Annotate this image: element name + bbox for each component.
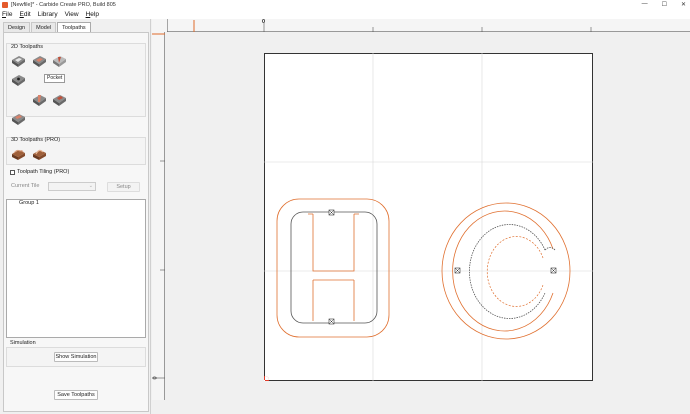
3d-finish-toolpath-icon[interactable] bbox=[32, 147, 47, 161]
toolpaths-2d-title: 2D Toolpaths bbox=[11, 44, 44, 50]
chamfer-toolpath-icon[interactable] bbox=[11, 112, 26, 126]
contour-toolpath-icon[interactable] bbox=[11, 54, 26, 68]
app-icon bbox=[2, 1, 8, 8]
ruler-left-zero: 0 bbox=[152, 376, 159, 380]
toolpaths-panel: 2D Toolpaths Pocket 3D Toolpaths (PRO) T… bbox=[3, 32, 149, 412]
chevron-down-icon: ⌄ bbox=[88, 183, 93, 189]
current-tile-select[interactable]: ⌄ bbox=[48, 182, 96, 191]
texture-toolpath-icon[interactable] bbox=[52, 93, 67, 107]
3d-rough-toolpath-icon[interactable] bbox=[11, 147, 26, 161]
title-bar: [Newfile]* - Carbide Create PRO, Build 8… bbox=[0, 0, 690, 9]
tab-model[interactable]: Model bbox=[31, 22, 57, 32]
save-toolpaths-button[interactable]: Save Toolpaths bbox=[54, 390, 98, 400]
pocket-toolpath-icon[interactable] bbox=[32, 54, 47, 68]
menu-help[interactable]: Help bbox=[86, 11, 99, 18]
current-tile-label: Current Tile bbox=[11, 183, 40, 189]
group-item[interactable]: Group 1 bbox=[19, 200, 39, 206]
window-controls: — ☐ ✕ bbox=[642, 1, 686, 8]
ruler-corner bbox=[152, 19, 167, 32]
menu-edit[interactable]: Edit bbox=[20, 11, 31, 18]
ruler-top-zero: 0 bbox=[262, 19, 266, 25]
ruler-top: 0 bbox=[167, 19, 690, 32]
tiling-label: Toolpath Tiling (PRO) bbox=[17, 169, 70, 175]
show-simulation-button[interactable]: Show Simulation bbox=[54, 352, 98, 362]
tab-bar: Design Model Toolpaths bbox=[3, 22, 92, 32]
simulation-title: Simulation bbox=[10, 340, 36, 346]
ruler-top-ticks bbox=[167, 19, 690, 32]
window-title: [Newfile]* - Carbide Create PRO, Build 8… bbox=[11, 1, 116, 8]
stock-canvas[interactable] bbox=[264, 53, 593, 381]
ruler-left: 0 bbox=[152, 32, 165, 400]
v-carve-toolpath-icon[interactable] bbox=[52, 54, 67, 68]
tab-toolpaths[interactable]: Toolpaths bbox=[57, 22, 91, 32]
tiling-setup-button[interactable]: Setup bbox=[107, 182, 140, 192]
tooltip-pocket: Pocket bbox=[44, 74, 66, 83]
toolpath-group-list[interactable]: Group 1 bbox=[6, 199, 146, 338]
left-panel: Design Model Toolpaths 2D Toolpaths Pock… bbox=[0, 19, 151, 414]
tab-design[interactable]: Design bbox=[3, 22, 31, 32]
menu-bar: File Edit Library View Help bbox=[0, 9, 690, 19]
toolpaths-2d-group bbox=[6, 43, 146, 117]
minimize-button[interactable]: — bbox=[642, 1, 648, 8]
advanced-vcarve-toolpath-icon[interactable] bbox=[32, 93, 47, 107]
menu-view[interactable]: View bbox=[65, 11, 79, 18]
maximize-button[interactable]: ☐ bbox=[662, 1, 667, 8]
menu-file[interactable]: File bbox=[2, 11, 13, 18]
tiling-checkbox[interactable] bbox=[10, 170, 15, 175]
stock-boundary bbox=[264, 53, 593, 381]
drill-toolpath-icon[interactable] bbox=[11, 73, 26, 87]
ruler-left-ticks bbox=[152, 33, 165, 379]
toolpaths-3d-title: 3D Toolpaths (PRO) bbox=[11, 137, 61, 143]
close-button[interactable]: ✕ bbox=[681, 1, 686, 8]
menu-library[interactable]: Library bbox=[38, 11, 58, 18]
